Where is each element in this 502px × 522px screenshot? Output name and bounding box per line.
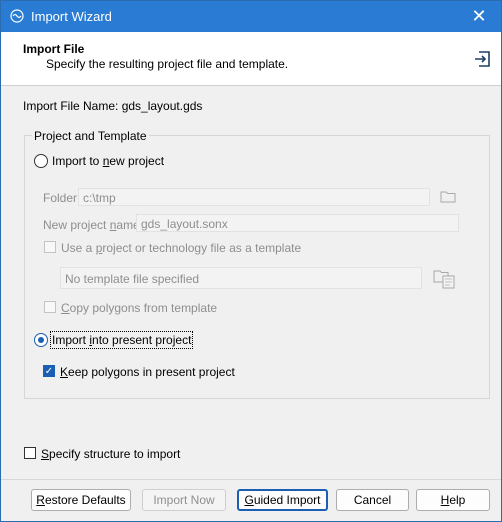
page-subtitle: Specify the resulting project file and t… (46, 57, 289, 71)
import-new-project-radio[interactable] (34, 154, 48, 168)
import-icon (475, 51, 490, 67)
template-browse-icon[interactable] (432, 265, 456, 289)
label-part: Import to (52, 154, 103, 168)
label-part: elp (449, 493, 466, 507)
guided-import-button[interactable]: Guided Import (237, 489, 328, 511)
label-part: nto present project (92, 333, 192, 347)
label-accel: G (244, 493, 254, 507)
label-part: estore Defaults (44, 493, 126, 507)
copy-polygons-label[interactable]: Copy polygons from template (61, 301, 217, 315)
label-part: Import (52, 333, 90, 347)
copy-polygons-checkbox[interactable] (44, 301, 56, 313)
window-title: Import Wizard (31, 9, 112, 24)
new-project-name-label: New project name (43, 218, 140, 232)
app-icon (10, 9, 24, 23)
label-accel: K (60, 365, 69, 379)
label-part: Use a (61, 241, 96, 255)
specify-structure-checkbox[interactable] (24, 447, 36, 459)
label-part: uided Import (253, 493, 321, 507)
folder-label: Folder (43, 191, 78, 205)
help-button[interactable]: Help (416, 489, 490, 511)
group-legend: Project and Template (32, 129, 149, 143)
keep-polygons-label[interactable]: Keep polygons in present project (60, 365, 235, 379)
cancel-button[interactable]: Cancel (336, 489, 409, 511)
import-present-project-radio[interactable] (34, 333, 48, 347)
label-part: pecify structure to import (49, 447, 181, 461)
import-present-project-label[interactable]: Import into present project (49, 331, 194, 349)
template-file-field[interactable]: No template file specified (60, 267, 422, 289)
label-part: ew project (109, 154, 165, 168)
close-icon[interactable]: ✕ (457, 1, 501, 32)
label-part: roject or technology file as a template (102, 241, 302, 255)
import-wizard-window: Import Wizard ✕ Import File Specify the … (0, 0, 502, 522)
folder-field[interactable]: c:\tmp (78, 188, 430, 206)
label-part: opy polygons from template (69, 301, 218, 315)
restore-defaults-button[interactable]: Restore Defaults (31, 489, 131, 511)
import-file-name-label: Import File Name: gds_layout.gds (23, 99, 203, 113)
page-title: Import File (23, 42, 85, 56)
label-part: eep polygons in present project (68, 365, 235, 379)
keep-polygons-checkbox[interactable]: ✓ (43, 365, 55, 377)
label-accel: C (61, 301, 70, 315)
wizard-header: Import File Specify the resulting projec… (1, 32, 501, 86)
footer-divider (1, 479, 501, 480)
label-accel: S (41, 447, 50, 461)
label-accel: R (36, 493, 45, 507)
new-project-name-field[interactable]: gds_layout.sonx (136, 214, 459, 232)
use-template-checkbox[interactable] (44, 241, 56, 253)
import-now-button[interactable]: Import Now (142, 489, 226, 511)
folder-browse-icon[interactable] (440, 189, 456, 203)
specify-structure-label[interactable]: Specify structure to import (41, 447, 180, 461)
import-new-project-label[interactable]: Import to new project (52, 154, 164, 168)
use-template-label[interactable]: Use a project or technology file as a te… (61, 241, 301, 255)
label-part: New project (43, 218, 110, 232)
title-bar[interactable]: Import Wizard ✕ (1, 1, 501, 32)
